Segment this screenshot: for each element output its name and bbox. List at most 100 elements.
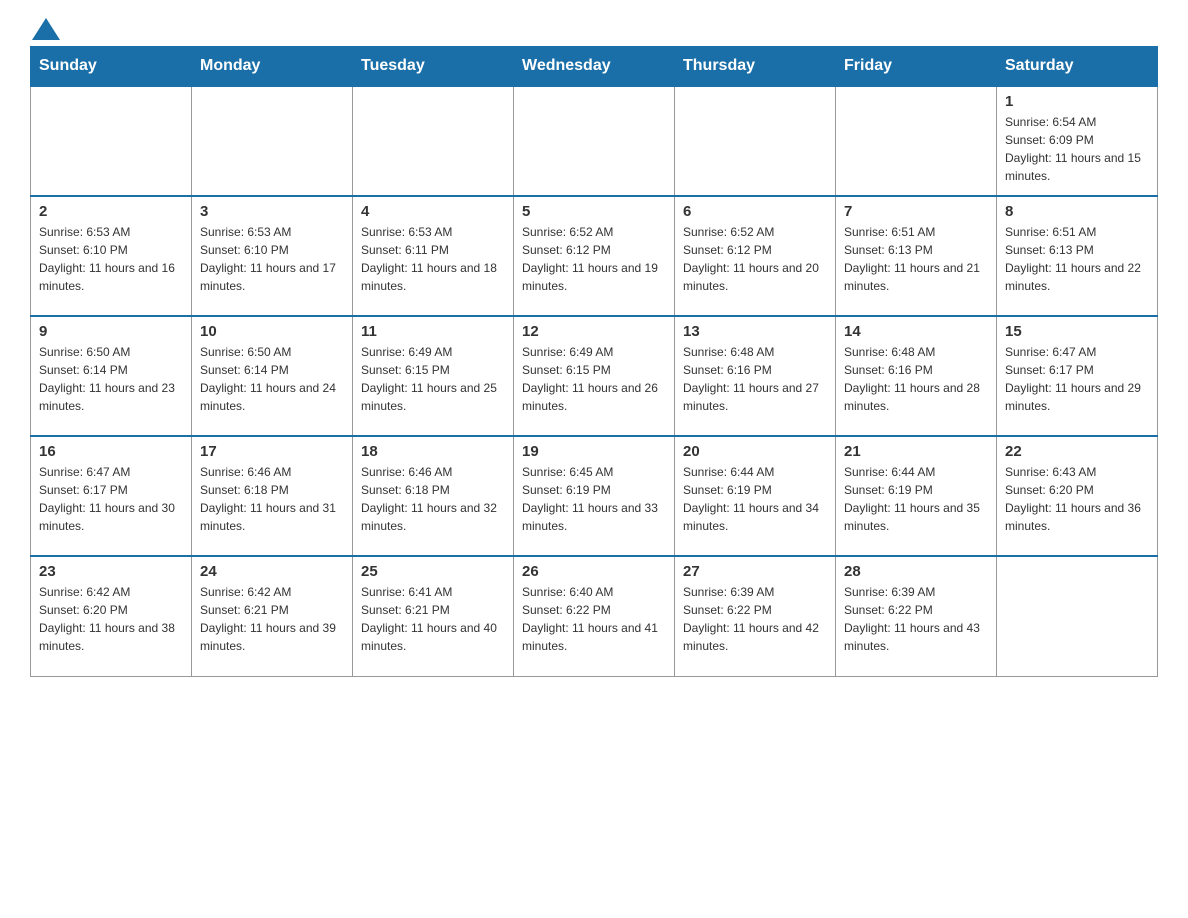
calendar-cell: 10 Sunrise: 6:50 AMSunset: 6:14 PMDayligh… <box>192 316 353 436</box>
day-number: 26 <box>522 563 666 580</box>
day-info: Sunrise: 6:40 AMSunset: 6:22 PMDaylight:… <box>522 583 666 655</box>
day-info: Sunrise: 6:52 AMSunset: 6:12 PMDaylight:… <box>522 223 666 295</box>
day-number: 17 <box>200 443 344 460</box>
week-row-5: 23Sunrise: 6:42 AMSunset: 6:20 PMDayligh… <box>31 556 1158 676</box>
day-info: Sunrise: 6:43 AMSunset: 6:20 PMDaylight:… <box>1005 463 1149 535</box>
day-number: 2 <box>39 203 183 220</box>
day-number: 15 <box>1005 323 1149 340</box>
calendar-cell <box>31 86 192 196</box>
day-info: Sunrise: 6:51 AMSunset: 6:13 PMDaylight:… <box>844 223 988 295</box>
calendar-cell: 12 Sunrise: 6:49 AMSunset: 6:15 PMDayligh… <box>514 316 675 436</box>
day-info: Sunrise: 6:44 AMSunset: 6:19 PMDaylight:… <box>844 463 988 535</box>
calendar-cell <box>514 86 675 196</box>
calendar-cell: 6 Sunrise: 6:52 AMSunset: 6:12 PMDaylight… <box>675 196 836 316</box>
week-row-4: 16 Sunrise: 6:47 AMSunset: 6:17 PMDayligh… <box>31 436 1158 556</box>
calendar-cell: 2 Sunrise: 6:53 AMSunset: 6:10 PMDaylight… <box>31 196 192 316</box>
day-number: 5 <box>522 203 666 220</box>
day-info: Sunrise: 6:50 AMSunset: 6:14 PMDaylight:… <box>200 343 344 415</box>
day-info: Sunrise: 6:46 AMSunset: 6:18 PMDaylight:… <box>200 463 344 535</box>
day-number: 19 <box>522 443 666 460</box>
calendar-cell <box>192 86 353 196</box>
day-number: 20 <box>683 443 827 460</box>
calendar-cell: 16 Sunrise: 6:47 AMSunset: 6:17 PMDayligh… <box>31 436 192 556</box>
calendar-cell: 11 Sunrise: 6:49 AMSunset: 6:15 PMDayligh… <box>353 316 514 436</box>
day-info: Sunrise: 6:48 AMSunset: 6:16 PMDaylight:… <box>683 343 827 415</box>
day-info: Sunrise: 6:42 AMSunset: 6:20 PMDaylight:… <box>39 583 183 655</box>
calendar-cell: 19 Sunrise: 6:45 AMSunset: 6:19 PMDayligh… <box>514 436 675 556</box>
calendar-cell: 23Sunrise: 6:42 AMSunset: 6:20 PMDayligh… <box>31 556 192 676</box>
day-number: 28 <box>844 563 988 580</box>
day-number: 13 <box>683 323 827 340</box>
day-number: 7 <box>844 203 988 220</box>
day-info: Sunrise: 6:42 AMSunset: 6:21 PMDaylight:… <box>200 583 344 655</box>
day-number: 16 <box>39 443 183 460</box>
calendar-cell: 8Sunrise: 6:51 AMSunset: 6:13 PMDaylight… <box>997 196 1158 316</box>
calendar-cell: 26 Sunrise: 6:40 AMSunset: 6:22 PMDayligh… <box>514 556 675 676</box>
calendar-cell: 24 Sunrise: 6:42 AMSunset: 6:21 PMDayligh… <box>192 556 353 676</box>
day-info: Sunrise: 6:50 AMSunset: 6:14 PMDaylight:… <box>39 343 183 415</box>
calendar-cell: 3 Sunrise: 6:53 AMSunset: 6:10 PMDaylight… <box>192 196 353 316</box>
day-info: Sunrise: 6:44 AMSunset: 6:19 PMDaylight:… <box>683 463 827 535</box>
col-header-wednesday: Wednesday <box>514 47 675 87</box>
calendar-cell <box>353 86 514 196</box>
day-number: 8 <box>1005 203 1149 220</box>
day-info: Sunrise: 6:53 AMSunset: 6:10 PMDaylight:… <box>39 223 183 295</box>
page-header <box>30 20 1158 36</box>
day-number: 18 <box>361 443 505 460</box>
week-row-3: 9 Sunrise: 6:50 AMSunset: 6:14 PMDaylight… <box>31 316 1158 436</box>
week-row-2: 2 Sunrise: 6:53 AMSunset: 6:10 PMDaylight… <box>31 196 1158 316</box>
day-info: Sunrise: 6:53 AMSunset: 6:10 PMDaylight:… <box>200 223 344 295</box>
day-info: Sunrise: 6:54 AMSunset: 6:09 PMDaylight:… <box>1005 113 1149 185</box>
day-number: 4 <box>361 203 505 220</box>
calendar-cell: 25 Sunrise: 6:41 AMSunset: 6:21 PMDayligh… <box>353 556 514 676</box>
calendar-cell: 9 Sunrise: 6:50 AMSunset: 6:14 PMDaylight… <box>31 316 192 436</box>
calendar-cell <box>836 86 997 196</box>
day-number: 6 <box>683 203 827 220</box>
day-info: Sunrise: 6:45 AMSunset: 6:19 PMDaylight:… <box>522 463 666 535</box>
day-number: 14 <box>844 323 988 340</box>
logo <box>30 20 60 36</box>
day-info: Sunrise: 6:53 AMSunset: 6:11 PMDaylight:… <box>361 223 505 295</box>
calendar-cell: 14 Sunrise: 6:48 AMSunset: 6:16 PMDayligh… <box>836 316 997 436</box>
calendar-cell: 22 Sunrise: 6:43 AMSunset: 6:20 PMDayligh… <box>997 436 1158 556</box>
day-info: Sunrise: 6:52 AMSunset: 6:12 PMDaylight:… <box>683 223 827 295</box>
day-number: 1 <box>1005 93 1149 110</box>
day-info: Sunrise: 6:39 AMSunset: 6:22 PMDaylight:… <box>683 583 827 655</box>
day-info: Sunrise: 6:41 AMSunset: 6:21 PMDaylight:… <box>361 583 505 655</box>
week-row-1: 1 Sunrise: 6:54 AMSunset: 6:09 PMDaylight… <box>31 86 1158 196</box>
day-number: 10 <box>200 323 344 340</box>
calendar-header-row: SundayMondayTuesdayWednesdayThursdayFrid… <box>31 47 1158 87</box>
col-header-thursday: Thursday <box>675 47 836 87</box>
calendar-table: SundayMondayTuesdayWednesdayThursdayFrid… <box>30 46 1158 677</box>
day-number: 3 <box>200 203 344 220</box>
col-header-monday: Monday <box>192 47 353 87</box>
day-number: 11 <box>361 323 505 340</box>
calendar-cell: 13 Sunrise: 6:48 AMSunset: 6:16 PMDayligh… <box>675 316 836 436</box>
day-info: Sunrise: 6:39 AMSunset: 6:22 PMDaylight:… <box>844 583 988 655</box>
calendar-cell: 4 Sunrise: 6:53 AMSunset: 6:11 PMDaylight… <box>353 196 514 316</box>
calendar-cell: 21 Sunrise: 6:44 AMSunset: 6:19 PMDayligh… <box>836 436 997 556</box>
calendar-cell: 17 Sunrise: 6:46 AMSunset: 6:18 PMDayligh… <box>192 436 353 556</box>
day-number: 25 <box>361 563 505 580</box>
day-number: 21 <box>844 443 988 460</box>
day-info: Sunrise: 6:49 AMSunset: 6:15 PMDaylight:… <box>361 343 505 415</box>
col-header-tuesday: Tuesday <box>353 47 514 87</box>
day-number: 27 <box>683 563 827 580</box>
calendar-cell: 20 Sunrise: 6:44 AMSunset: 6:19 PMDayligh… <box>675 436 836 556</box>
day-info: Sunrise: 6:49 AMSunset: 6:15 PMDaylight:… <box>522 343 666 415</box>
day-info: Sunrise: 6:48 AMSunset: 6:16 PMDaylight:… <box>844 343 988 415</box>
day-number: 9 <box>39 323 183 340</box>
day-info: Sunrise: 6:47 AMSunset: 6:17 PMDaylight:… <box>39 463 183 535</box>
calendar-cell <box>675 86 836 196</box>
calendar-cell: 28 Sunrise: 6:39 AMSunset: 6:22 PMDayligh… <box>836 556 997 676</box>
logo-triangle-icon <box>32 18 60 40</box>
day-info: Sunrise: 6:46 AMSunset: 6:18 PMDaylight:… <box>361 463 505 535</box>
day-info: Sunrise: 6:47 AMSunset: 6:17 PMDaylight:… <box>1005 343 1149 415</box>
calendar-cell <box>997 556 1158 676</box>
calendar-cell: 27 Sunrise: 6:39 AMSunset: 6:22 PMDayligh… <box>675 556 836 676</box>
day-number: 22 <box>1005 443 1149 460</box>
day-number: 24 <box>200 563 344 580</box>
col-header-saturday: Saturday <box>997 47 1158 87</box>
day-number: 12 <box>522 323 666 340</box>
col-header-friday: Friday <box>836 47 997 87</box>
